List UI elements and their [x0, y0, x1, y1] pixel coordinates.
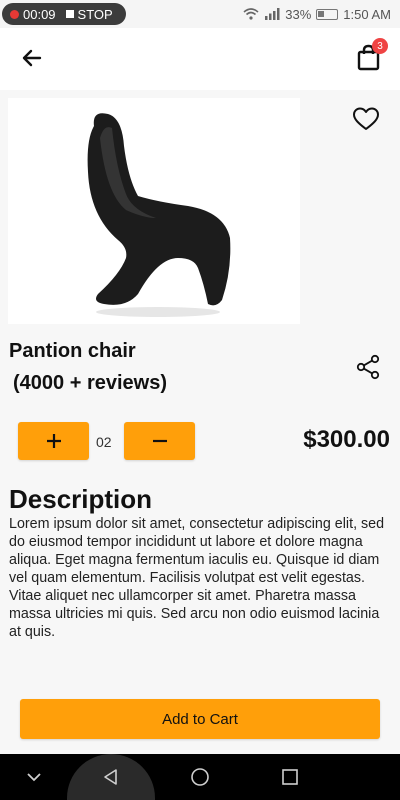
decrease-quantity-button[interactable] [124, 422, 195, 460]
circle-home-icon [191, 768, 209, 786]
review-count: (4000 + reviews) [13, 372, 167, 394]
share-button[interactable] [354, 352, 384, 382]
product-detail: Pantion chair (4000 + reviews) 02 $300.0… [0, 90, 400, 754]
product-image [8, 98, 300, 324]
status-bar: 00:09 STOP 33% 1:50 AM [0, 0, 400, 28]
minus-icon [152, 439, 167, 443]
plus-icon [46, 434, 61, 448]
arrow-left-icon [22, 49, 42, 67]
add-to-cart-button[interactable]: Add to Cart [20, 699, 380, 739]
nav-home-button[interactable] [180, 754, 220, 800]
description-title: Description [9, 484, 153, 514]
square-recents-icon [282, 769, 298, 785]
wifi-icon [243, 8, 259, 20]
triangle-back-icon [104, 769, 117, 785]
increase-quantity-button[interactable] [18, 422, 89, 460]
stop-label: STOP [77, 6, 113, 22]
chevron-down-icon [27, 773, 41, 782]
app-bar: 3 [0, 28, 400, 90]
chair-image [87, 113, 231, 317]
battery-icon [316, 8, 339, 20]
cart-button[interactable]: 3 [356, 38, 388, 72]
clock: 1:50 AM [343, 6, 391, 22]
description-text: Lorem ipsum dolor sit amet, consectetur … [9, 516, 385, 640]
status-indicators: 33% 1:50 AM [243, 5, 391, 23]
screen-record-pill[interactable]: 00:09 STOP [2, 3, 126, 25]
product-name: Pantion chair [9, 340, 136, 362]
nav-recents-button[interactable] [270, 754, 310, 800]
battery-percent: 33% [285, 6, 312, 22]
nav-back-button[interactable] [91, 754, 131, 800]
stop-icon [65, 10, 74, 18]
system-nav-bar [0, 754, 400, 800]
quantity-value: 02 [96, 434, 112, 450]
share-icon [356, 354, 380, 380]
product-price: $300.00 [303, 426, 390, 453]
signal-icon [265, 8, 280, 20]
record-time: 00:09 [23, 6, 56, 22]
nav-collapse-button[interactable] [14, 754, 54, 800]
record-dot-icon [10, 9, 19, 19]
back-button[interactable] [18, 44, 46, 72]
heart-icon [353, 107, 379, 130]
cart-count-badge: 3 [372, 38, 388, 54]
favorite-button[interactable] [352, 106, 386, 136]
